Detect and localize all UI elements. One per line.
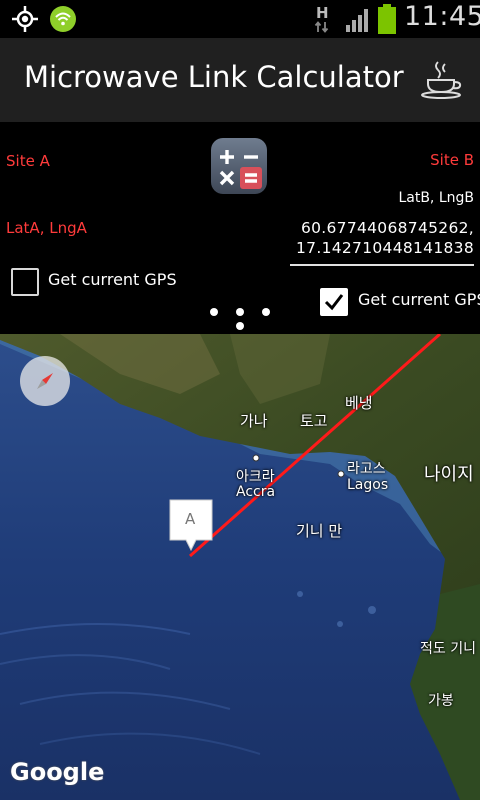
map-label-accra-ko: 아크라: [236, 469, 275, 485]
map-label-eq-guinea: 적도 기니: [420, 641, 476, 657]
page-dot[interactable]: [262, 308, 270, 316]
page-dot-active[interactable]: [236, 308, 244, 316]
map-view[interactable]: 가나 토고 베냉 아크라 Accra 라고스 Lagos 나이지 기니 만 적도…: [0, 334, 480, 800]
network-type: H: [316, 4, 329, 22]
map-label-togo: 토고: [300, 412, 328, 430]
page-dot-secondary: [236, 322, 244, 330]
compass-icon: [37, 373, 53, 389]
latlng-a-input[interactable]: LatA, LngA: [6, 219, 87, 237]
map-label-accra-en: Accra: [236, 484, 276, 500]
gps-a-checkbox[interactable]: [11, 268, 39, 296]
map-label-lagos-en: Lagos: [347, 477, 389, 493]
map-label-lagos-ko: 라고스: [347, 461, 386, 477]
latlng-b-hint: LatB, LngB: [398, 190, 474, 206]
map-label-gulf-of-guinea: 기니 만: [296, 522, 343, 540]
site-a-label: Site A: [6, 152, 50, 170]
net-activity-icon: H: [310, 4, 334, 34]
gps-b-label[interactable]: Get current GPS: [358, 290, 480, 309]
link-form: Site A Site B LatA, LngA LatB, LngB 60.6…: [0, 122, 480, 334]
coffee-cup-icon[interactable]: [420, 60, 466, 100]
wifi-icon: [50, 6, 76, 32]
signal-icon: [346, 9, 368, 32]
gps-a-label[interactable]: Get current GPS: [48, 270, 177, 289]
calculator-icon[interactable]: [210, 137, 268, 195]
battery-icon: [378, 4, 396, 34]
site-b-label: Site B: [430, 151, 474, 169]
satellite-map: [0, 334, 480, 800]
gps-icon: [12, 6, 38, 32]
latlng-b-input[interactable]: 60.67744068745262, 17.142710448141838: [290, 218, 474, 266]
checkmark-icon: [324, 294, 344, 311]
action-bar: Microwave Link Calculator: [0, 38, 480, 122]
map-label-ghana: 가나: [240, 412, 268, 430]
map-label-nigeria: 나이지: [424, 464, 474, 485]
site-a-marker[interactable]: A: [168, 498, 214, 554]
status-clock: 11:45: [404, 1, 480, 32]
marker-label: A: [185, 510, 196, 528]
map-label-benin: 베냉: [345, 394, 373, 412]
app-title: Microwave Link Calculator: [24, 60, 404, 94]
page-dot[interactable]: [210, 308, 218, 316]
google-logo: Google: [10, 758, 105, 786]
status-bar: H 11:45: [0, 0, 480, 38]
page-indicator: [208, 306, 272, 332]
map-label-gabon: 가봉: [428, 693, 454, 709]
compass-button[interactable]: [20, 356, 70, 406]
gps-b-checkbox[interactable]: [320, 288, 348, 316]
